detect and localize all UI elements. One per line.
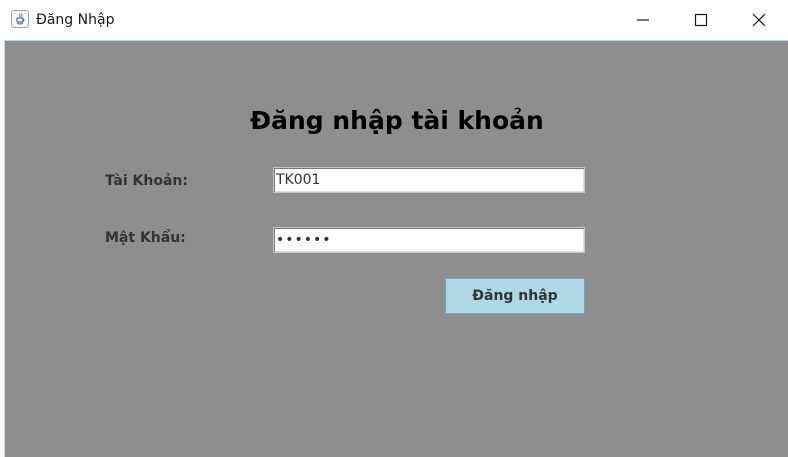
window-title: Đăng Nhập (36, 12, 115, 28)
password-label: Mật Khẩu: (105, 230, 186, 246)
login-window: Đăng Nhập Đăng nhập tài khoản Tài Khoản:… (0, 0, 788, 457)
minimize-button[interactable] (614, 0, 672, 40)
java-app-icon (11, 10, 29, 28)
login-button[interactable]: Đăng nhập (445, 278, 585, 314)
login-panel: Đăng nhập tài khoản Tài Khoản: Mật Khẩu:… (4, 40, 788, 457)
maximize-button[interactable] (672, 0, 730, 40)
password-field[interactable] (273, 227, 585, 253)
close-icon (752, 13, 766, 27)
maximize-icon (694, 13, 708, 27)
title-bar[interactable]: Đăng Nhập (0, 0, 788, 40)
username-label: Tài Khoản: (105, 173, 188, 189)
minimize-icon (637, 19, 649, 21)
page-title: Đăng nhập tài khoản (250, 106, 544, 135)
username-field[interactable] (273, 167, 585, 193)
close-button[interactable] (730, 0, 788, 40)
